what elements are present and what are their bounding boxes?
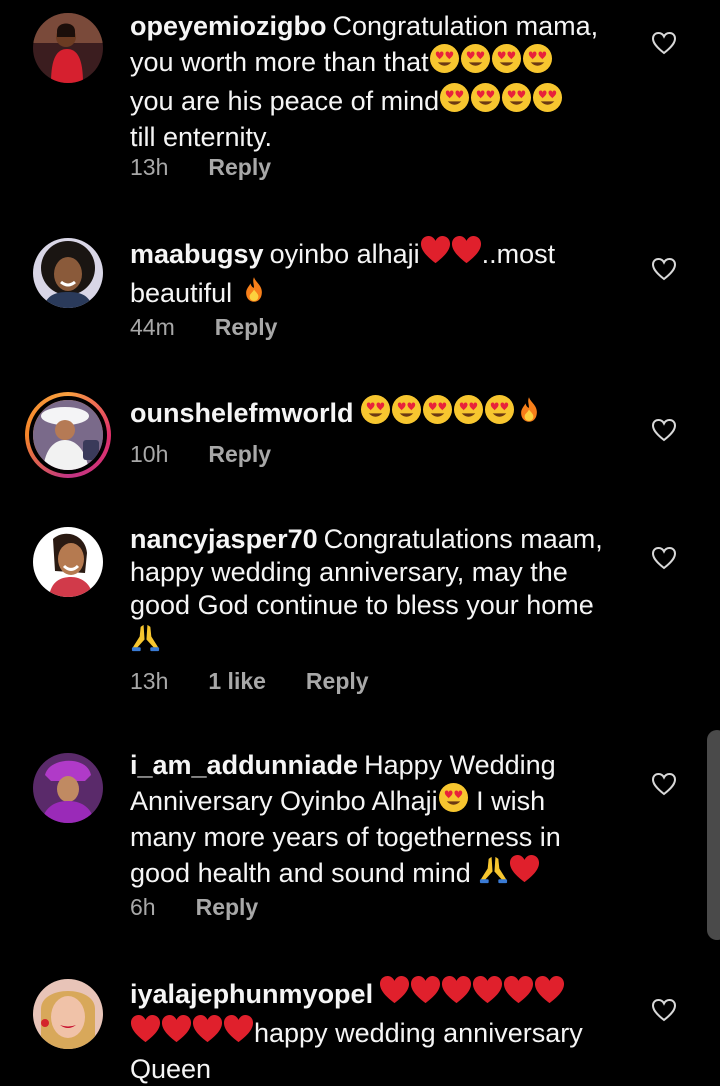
fire-emoji-icon (515, 394, 543, 433)
comment-line: many more years of togetherness in (130, 822, 561, 852)
comment-line: Congratulation mama, (332, 11, 599, 41)
red-heart-emoji-icon (379, 975, 565, 1014)
like-heart-icon[interactable] (651, 256, 677, 282)
red-heart-emoji-icon (420, 235, 482, 274)
username[interactable]: maabugsy (130, 239, 264, 269)
comment-line: good God continue to bless your home (130, 590, 594, 620)
reply-button[interactable]: Reply (306, 668, 369, 695)
comment-line: ..most (481, 239, 556, 269)
avatar-woman-smiling-icon (33, 527, 103, 597)
folded-hands-emoji-icon (130, 622, 161, 661)
comment-text: iyalajephunmyopel happy wedding annivers… (130, 975, 640, 1086)
reply-button[interactable]: Reply (215, 314, 278, 341)
comment-meta: 13h 1 like Reply (130, 668, 369, 695)
comment-meta: 13h Reply (130, 154, 271, 181)
heart-eyes-emoji-icon (429, 43, 553, 82)
comment-line: Congratulations maam, (323, 524, 603, 554)
timestamp: 13h (130, 668, 169, 694)
comment-meta: 10h Reply (130, 441, 271, 468)
comment-line: Anniversary Oyinbo Alhaji (130, 786, 438, 816)
comment-text: nancyjasper70 Congratulations maam, happy… (130, 523, 640, 661)
comment-text: ounshelefmworld (130, 394, 640, 433)
like-heart-icon[interactable] (651, 417, 677, 443)
reply-button[interactable]: Reply (208, 154, 271, 181)
red-heart-emoji-icon (509, 854, 540, 893)
comment-text: maabugsy oyinbo alhaji ..most beautiful (130, 235, 640, 313)
avatar-woman-white-hat-icon (33, 400, 103, 470)
heart-eyes-emoji-icon (439, 82, 563, 121)
like-heart-icon[interactable] (651, 771, 677, 797)
avatar[interactable] (33, 13, 103, 83)
comment-text: i_am_addunniade Happy Wedding Anniversary… (130, 749, 640, 893)
username[interactable]: iyalajephunmyopel (130, 979, 373, 1009)
like-heart-icon[interactable] (651, 545, 677, 571)
username[interactable]: i_am_addunniade (130, 750, 358, 780)
comment-text: opeyemiozigbo Congratulation mama, you wo… (130, 10, 640, 154)
avatar-woman-purple-gele-icon (33, 753, 103, 823)
reply-button[interactable]: Reply (196, 894, 259, 921)
avatar[interactable] (33, 979, 103, 1049)
comment-meta: 44m Reply (130, 314, 277, 341)
timestamp: 10h (130, 441, 169, 467)
comment-line: happy wedding anniversary, may the (130, 557, 568, 587)
comment-line: I wish (476, 786, 546, 816)
timestamp: 13h (130, 154, 169, 180)
avatar-story-ring[interactable] (25, 392, 111, 478)
heart-eyes-emoji-icon (360, 394, 515, 433)
heart-eyes-emoji-icon (438, 782, 469, 821)
timestamp: 44m (130, 314, 175, 340)
reply-button[interactable]: Reply (208, 441, 271, 468)
scrollbar-thumb[interactable] (707, 730, 720, 940)
avatar-woman-red-dress-icon (33, 13, 103, 83)
comment-line: you worth more than that (130, 47, 429, 77)
timestamp: 6h (130, 894, 156, 920)
comment-line: till enternity. (130, 122, 273, 152)
like-count[interactable]: 1 like (208, 668, 266, 695)
folded-hands-emoji-icon (478, 854, 509, 893)
username[interactable]: opeyemiozigbo (130, 11, 327, 41)
comment-meta: 6h Reply (130, 894, 258, 921)
fire-emoji-icon (240, 274, 268, 313)
like-heart-icon[interactable] (651, 30, 677, 56)
comment-line: happy wedding anniversary (254, 1018, 583, 1048)
comment-line: Happy Wedding (364, 750, 556, 780)
comment-line: good health and sound mind (130, 858, 471, 888)
username[interactable]: ounshelefmworld (130, 398, 354, 428)
avatar[interactable] (33, 238, 103, 308)
like-heart-icon[interactable] (651, 997, 677, 1023)
comment-line: you are his peace of mind (130, 86, 440, 116)
red-heart-emoji-icon (130, 1014, 254, 1053)
comment-line: beautiful (130, 278, 233, 308)
avatar (29, 396, 107, 474)
avatar-woman-red-lips-icon (33, 979, 103, 1049)
username[interactable]: nancyjasper70 (130, 524, 318, 554)
comment-line: oyinbo alhaji (269, 239, 420, 269)
avatar[interactable] (33, 753, 103, 823)
avatar-woman-curly-hair-icon (33, 238, 103, 308)
avatar[interactable] (33, 527, 103, 597)
comment-line: Queen (130, 1054, 212, 1084)
